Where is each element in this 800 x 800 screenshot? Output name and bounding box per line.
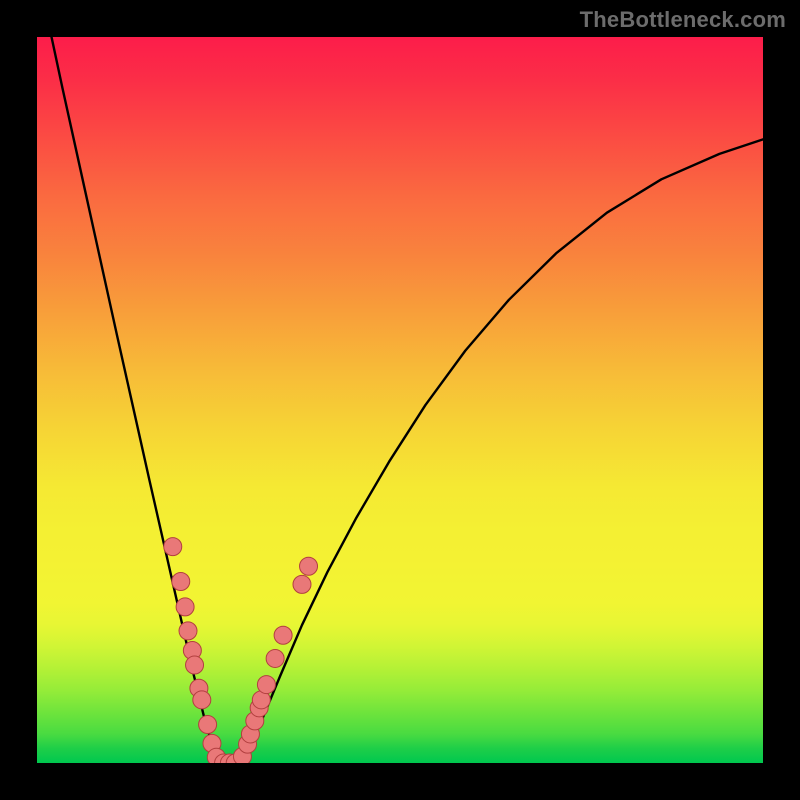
watermark-text: TheBottleneck.com — [580, 7, 786, 33]
chart-stage: TheBottleneck.com — [0, 0, 800, 800]
plot-gradient-background — [37, 37, 763, 763]
